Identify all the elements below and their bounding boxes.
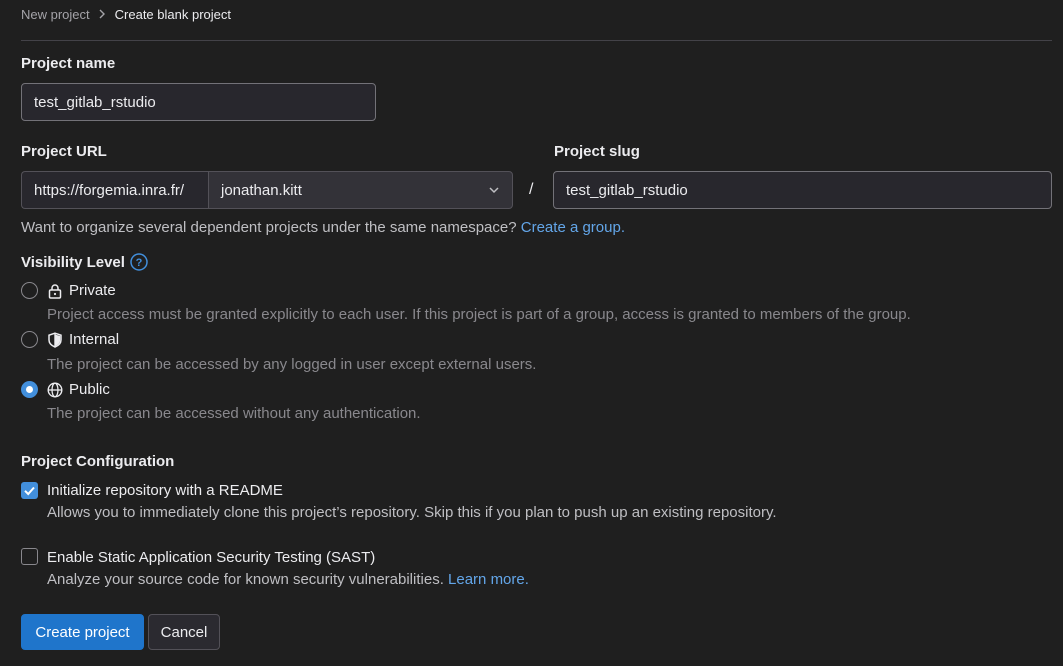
breadcrumb: New project Create blank project	[21, 7, 231, 22]
visibility-private-label: Private	[69, 282, 116, 299]
globe-icon	[47, 381, 63, 398]
breadcrumb-current: Create blank project	[114, 7, 231, 22]
chevron-right-icon	[98, 7, 106, 22]
svg-text:?: ?	[136, 257, 143, 269]
visibility-public-help: The project can be accessed without any …	[47, 405, 421, 422]
namespace-value: jonathan.kitt	[221, 181, 302, 199]
create-group-link[interactable]: Create a group.	[521, 219, 625, 236]
readme-checkbox[interactable]	[21, 482, 38, 499]
project-slug-input[interactable]: test_gitlab_rstudio	[553, 171, 1052, 209]
sast-help: Analyze your source code for known secur…	[47, 571, 529, 588]
chevron-down-icon	[488, 183, 500, 200]
visibility-internal-label: Internal	[69, 331, 120, 348]
sast-help-text: Analyze your source code for known secur…	[47, 571, 444, 588]
help-icon[interactable]: ?	[130, 253, 148, 271]
shield-icon	[48, 331, 62, 348]
visibility-level-label: Visibility Level	[21, 253, 125, 271]
create-project-button[interactable]: Create project	[21, 614, 144, 650]
project-url-label: Project URL	[21, 143, 107, 160]
project-name-value: test_gitlab_rstudio	[34, 93, 156, 111]
breadcrumb-new-project[interactable]: New project	[21, 7, 90, 22]
learn-more-link[interactable]: Learn more.	[448, 571, 529, 588]
visibility-level-heading: Visibility Level ?	[21, 253, 148, 271]
project-name-label: Project name	[21, 55, 116, 72]
project-slug-label: Project slug	[554, 143, 640, 160]
visibility-internal-option[interactable]: Internal	[47, 331, 119, 348]
visibility-public-radio[interactable]	[21, 381, 38, 398]
group-hint-text: Want to organize several dependent proje…	[21, 219, 517, 236]
readme-help: Allows you to immediately clone this pro…	[47, 504, 777, 521]
sast-checkbox[interactable]	[21, 548, 38, 565]
visibility-private-radio[interactable]	[21, 282, 38, 299]
lock-icon	[48, 283, 62, 299]
readme-label[interactable]: Initialize repository with a README	[47, 482, 283, 499]
cancel-button[interactable]: Cancel	[148, 614, 220, 650]
project-name-input[interactable]: test_gitlab_rstudio	[21, 83, 376, 121]
visibility-public-option[interactable]: Public	[47, 381, 110, 398]
group-hint: Want to organize several dependent proje…	[21, 219, 625, 236]
divider	[21, 40, 1052, 41]
checkmark-icon	[24, 486, 35, 496]
url-separator: /	[529, 181, 534, 198]
namespace-select[interactable]: jonathan.kitt	[208, 171, 513, 209]
project-url-prefix: https://forgemia.inra.fr/	[21, 171, 209, 209]
visibility-public-label: Public	[69, 381, 110, 398]
visibility-private-option[interactable]: Private	[47, 282, 116, 299]
project-url-prefix-text: https://forgemia.inra.fr/	[34, 181, 185, 199]
visibility-private-help: Project access must be granted explicitl…	[47, 306, 911, 323]
sast-label[interactable]: Enable Static Application Security Testi…	[47, 549, 375, 566]
project-slug-value: test_gitlab_rstudio	[566, 181, 688, 199]
visibility-internal-help: The project can be accessed by any logge…	[47, 356, 537, 373]
project-configuration-label: Project Configuration	[21, 453, 175, 470]
visibility-internal-radio[interactable]	[21, 331, 38, 348]
